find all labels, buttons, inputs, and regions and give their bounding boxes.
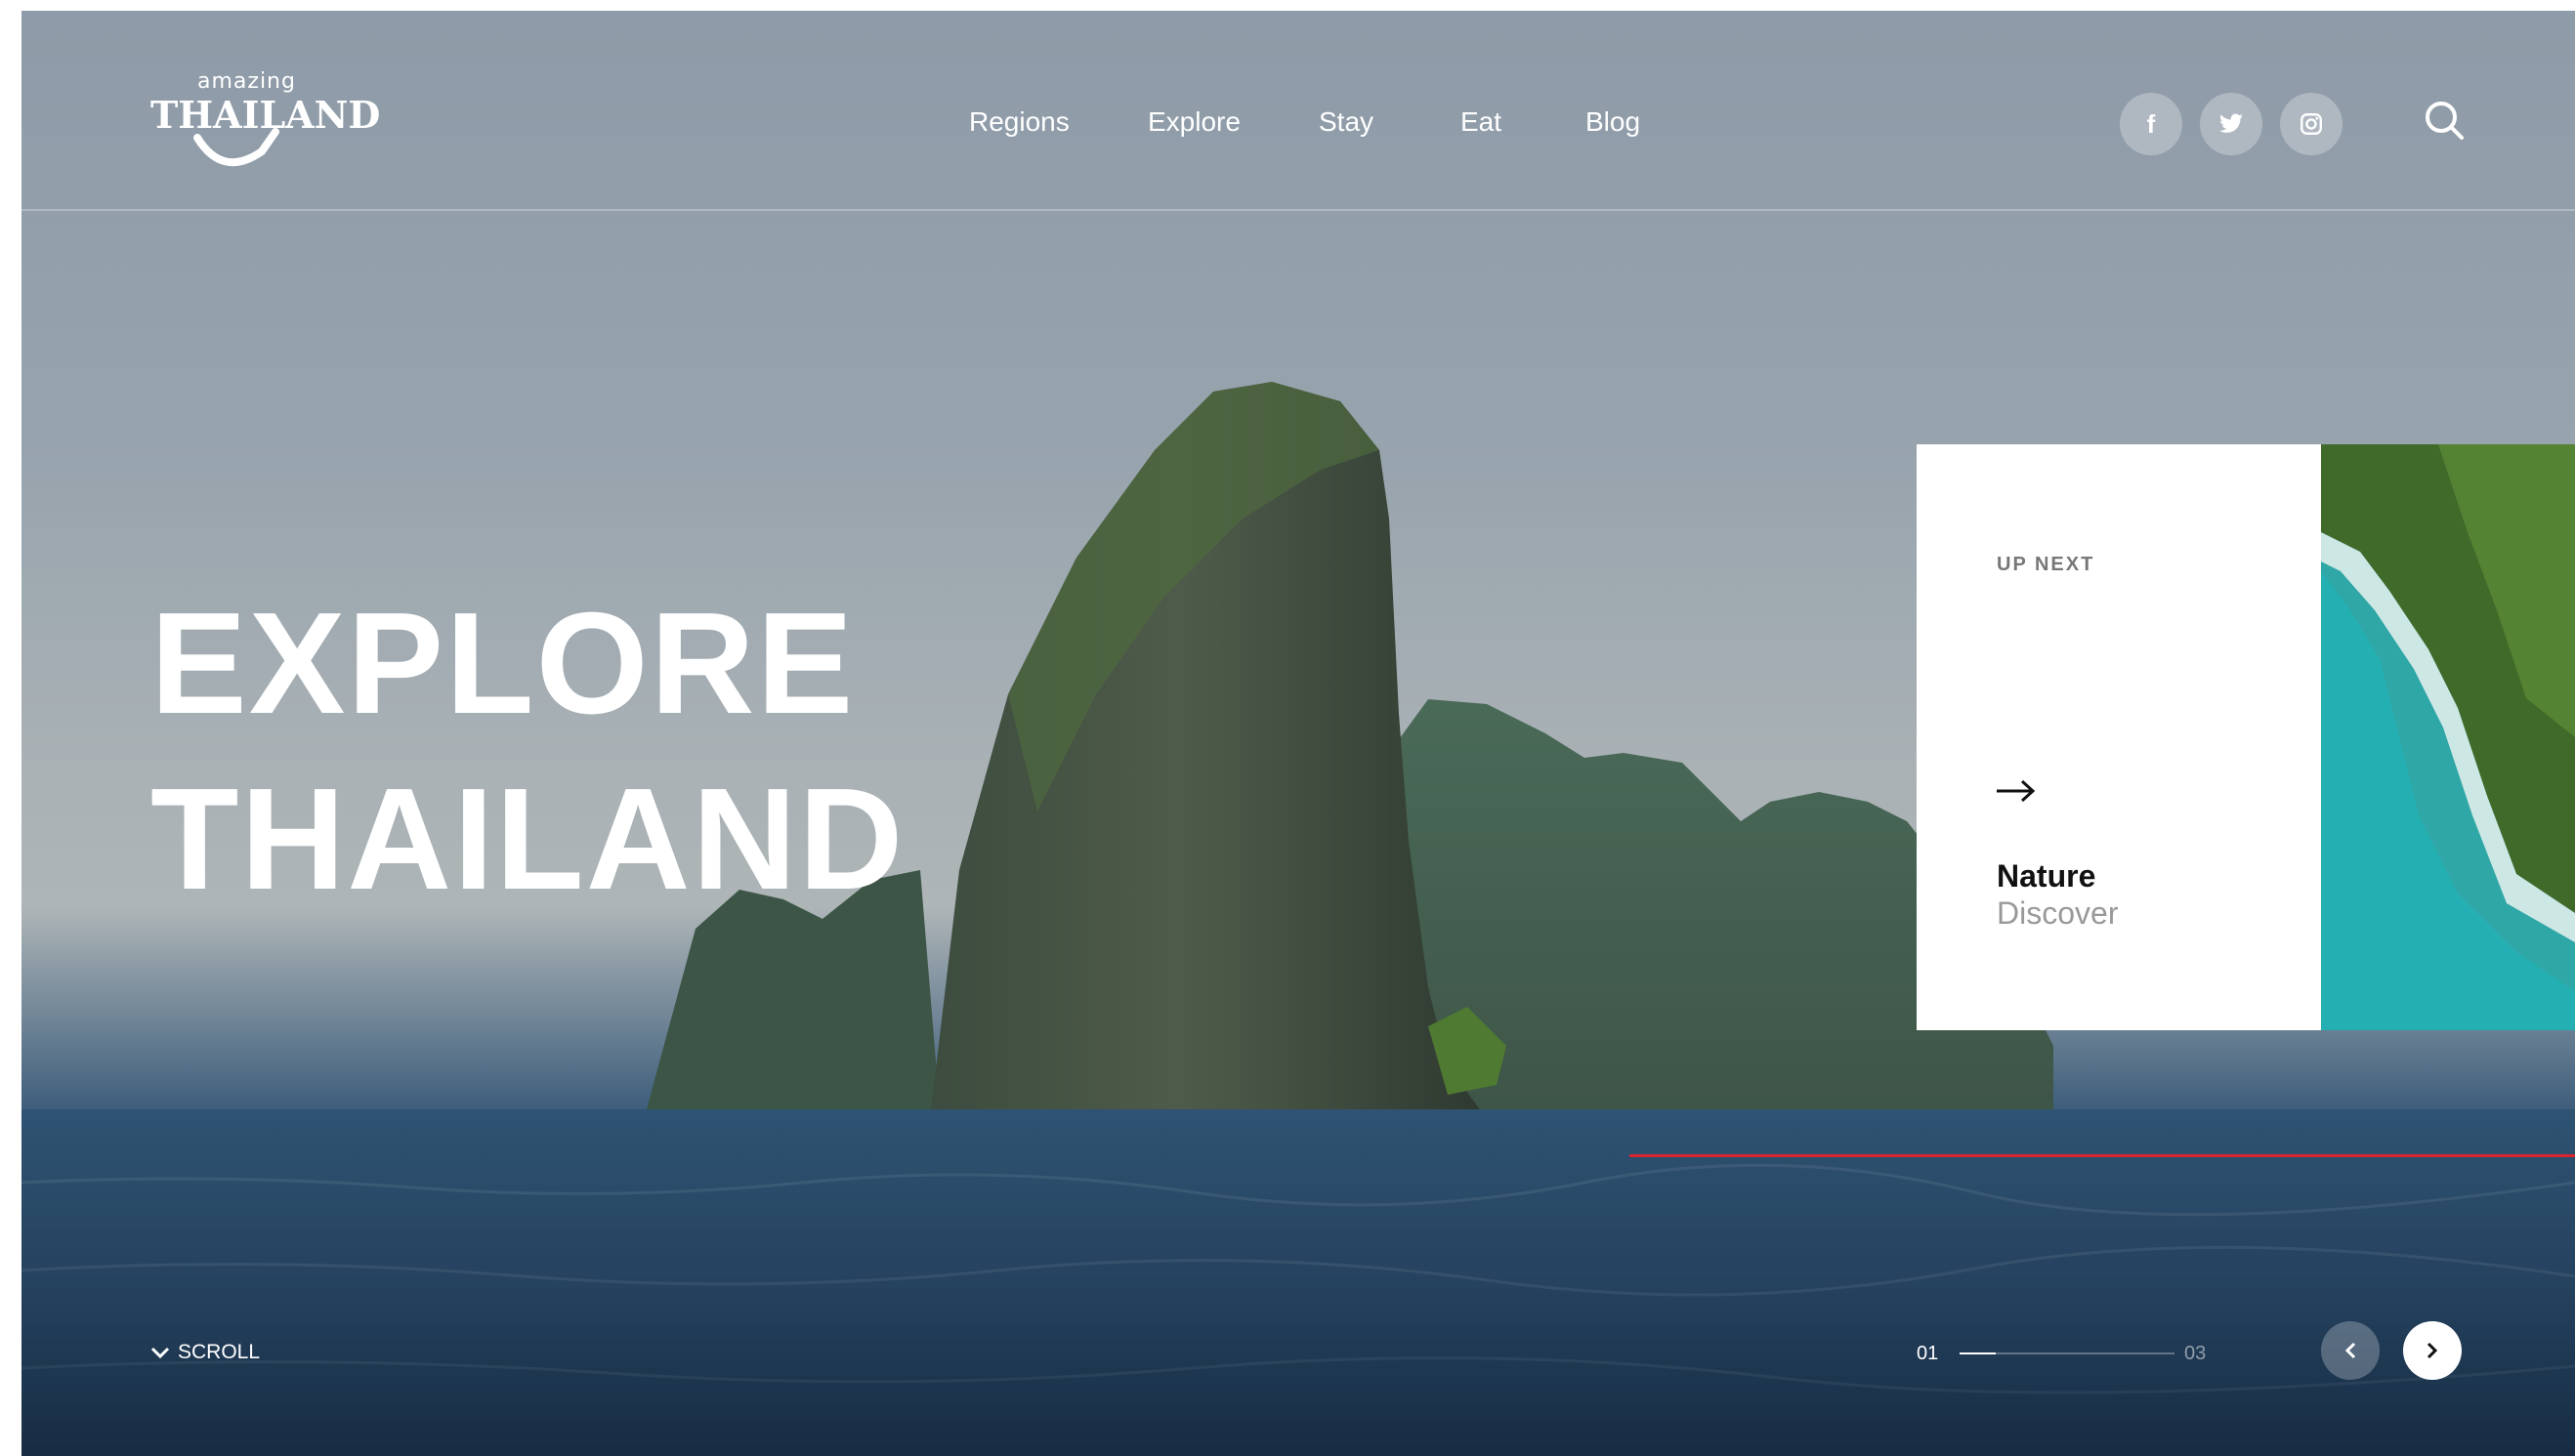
pager-total: 03 [2184, 1343, 2207, 1364]
up-next-card[interactable]: UP NEXT Nature Discover [1917, 444, 2321, 1030]
pager-current: 01 [1917, 1343, 1939, 1364]
up-next-subtitle: Discover [1997, 895, 2119, 931]
pager-track [1960, 1352, 2174, 1354]
nav-item-regions[interactable]: Regions [969, 106, 1070, 138]
nav-item-explore[interactable]: Explore [1148, 106, 1241, 138]
facebook-button[interactable]: f [2120, 93, 2182, 155]
chevron-right-icon [2427, 1342, 2438, 1359]
search-icon[interactable] [2423, 99, 2466, 142]
up-next-title: Nature [1997, 858, 2096, 894]
twitter-button[interactable] [2200, 93, 2262, 155]
pager-progress-fill [1960, 1352, 1997, 1354]
chevron-left-icon [2344, 1342, 2356, 1359]
next-slide-button[interactable] [2403, 1321, 2462, 1380]
twitter-icon [2219, 113, 2243, 133]
prev-slide-button[interactable] [2321, 1321, 2380, 1380]
facebook-icon: f [2146, 108, 2156, 139]
scroll-label: SCROLL [178, 1341, 261, 1363]
smile-logo-mark [193, 128, 279, 167]
header-divider [21, 209, 2575, 211]
arrow-right-icon[interactable] [1995, 776, 2036, 806]
up-next-label: UP NEXT [1997, 554, 2095, 575]
nav-item-eat[interactable]: Eat [1460, 106, 1501, 138]
progress-accent-line [1629, 1154, 2575, 1157]
chevron-down-icon [150, 1347, 170, 1359]
brand-logo[interactable]: amazing THAILAND [150, 58, 380, 175]
hero-headline-line2: THAILAND [150, 759, 906, 920]
nav-item-stay[interactable]: Stay [1319, 106, 1373, 138]
brand-tagline: amazing [197, 69, 296, 94]
nav-item-blog[interactable]: Blog [1585, 106, 1640, 138]
instagram-icon [2301, 113, 2322, 135]
hero-section: amazing THAILAND Regions Explore Stay Ea… [21, 11, 2575, 1456]
up-next-thumbnail[interactable] [2321, 444, 2575, 1030]
hero-headline-line1: EXPLORE [150, 583, 856, 744]
instagram-button[interactable] [2280, 93, 2343, 155]
scroll-button[interactable]: SCROLL [150, 1341, 260, 1364]
